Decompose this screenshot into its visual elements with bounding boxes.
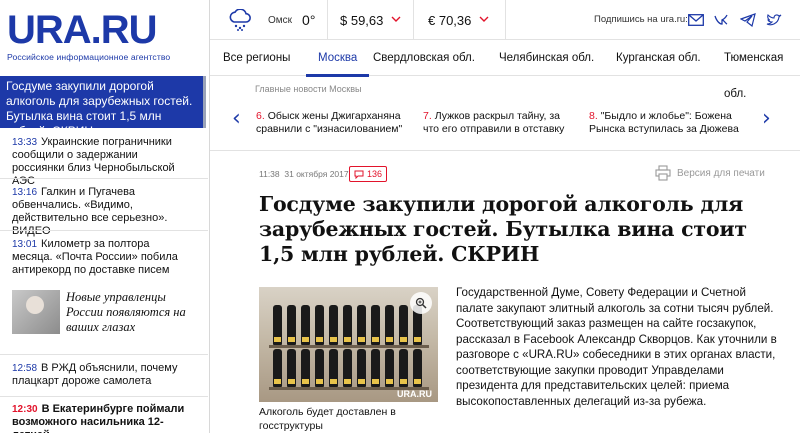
bottle-shape (287, 349, 296, 387)
bottle-shape (371, 305, 380, 345)
top-news-number: 7. (423, 110, 432, 122)
vk-icon[interactable] (714, 12, 730, 28)
article-time: 11:38 (259, 169, 280, 179)
bottle-shape (399, 305, 408, 345)
bottle-shape (357, 305, 366, 345)
sidebar-scrollbar[interactable] (203, 76, 206, 128)
photo-watermark: URA.RU (397, 389, 432, 399)
promo-photo (12, 290, 60, 334)
sidebar-news-item[interactable]: 13:01 Километр за полтора месяца. «Почта … (12, 238, 192, 277)
telegram-icon[interactable] (740, 12, 756, 28)
divider (0, 178, 208, 179)
subscribe-label: Подпишись на ura.ru: (594, 14, 688, 25)
news-time: 13:33 (12, 137, 38, 148)
bottle-shape (343, 349, 352, 387)
region-tabs: Все регионы Москва Свердловская обл. Чел… (210, 40, 800, 100)
twitter-icon[interactable] (766, 12, 782, 28)
photo-shelf (269, 345, 429, 348)
top-news-text: Лужков раскрыл тайну, за что его отправи… (423, 110, 565, 135)
bottle-shape (315, 349, 324, 387)
divider (0, 230, 208, 231)
usd-rate[interactable]: $ 59,63 (328, 0, 414, 40)
divider (0, 354, 208, 355)
weather-city: Омск (268, 14, 293, 26)
top-news-item[interactable]: 6. Обыск жены Джигарханяна сравнили с "и… (256, 110, 406, 136)
bottle-shape (315, 305, 324, 345)
bottle-shape (273, 305, 282, 345)
bottle-shape (329, 349, 338, 387)
chevron-right-icon[interactable]: › (762, 106, 771, 131)
promo-text: Новые управленцы России появляются на ва… (66, 290, 186, 334)
tab-kurgan[interactable]: Курганская обл. (616, 40, 701, 76)
chevron-down-icon (391, 14, 401, 26)
bottle-shape (413, 349, 422, 387)
news-time: 12:30 (12, 404, 38, 415)
sidebar-news-item[interactable]: 13:33 Украинские пограничники сообщили о … (12, 136, 192, 188)
bottle-shape (385, 305, 394, 345)
top-news-text: Обыск жены Джигарханяна сравнили с "изна… (256, 110, 403, 135)
news-time: 13:16 (12, 187, 38, 198)
featured-news-item[interactable]: Госдуме закупили дорогой алкоголь для за… (0, 76, 204, 138)
bottle-shape (371, 349, 380, 387)
top-news-number: 6. (256, 110, 265, 122)
bottle-shape (385, 349, 394, 387)
bottle-shape (357, 349, 366, 387)
top-news-item[interactable]: 7. Лужков раскрыл тайну, за что его отпр… (423, 110, 573, 136)
mail-icon[interactable] (688, 12, 704, 28)
print-version-link[interactable]: Версия для печати (655, 165, 765, 181)
eur-rate[interactable]: € 70,36 (414, 0, 506, 40)
left-sidebar: URA.RU Российское информационное агентст… (0, 0, 210, 433)
sidebar-feature-promo[interactable]: Новые управленцы России появляются на ва… (0, 286, 208, 346)
article-headline: Госдуме закупили дорогой алкоголь для за… (259, 192, 747, 266)
bottle-shape (273, 349, 282, 387)
tab-tyumen[interactable]: Тюменская обл. (724, 40, 800, 100)
print-label: Версия для печати (677, 167, 765, 179)
chevron-down-icon (479, 14, 489, 26)
snow-cloud-icon (228, 9, 252, 31)
article-meta: 11:38 31 октября 2017 (259, 169, 349, 179)
tab-chelyabinsk[interactable]: Челябинская обл. (499, 40, 594, 76)
site-logo[interactable]: URA.RU Российское информационное агентст… (7, 10, 170, 62)
article-date: 31 октября 2017 (284, 169, 349, 179)
chevron-left-icon[interactable]: ‹ (232, 106, 241, 131)
divider (0, 396, 208, 397)
sidebar-news-item[interactable]: 12:58 В РЖД объяснили, почему плацкарт до… (12, 362, 192, 388)
bottle-shape (399, 349, 408, 387)
top-header: Омск 0° $ 59,63 € 70,36 Подпишись на ura… (210, 0, 800, 40)
bottle-shape (301, 349, 310, 387)
photo-caption: Алкоголь будет доставлен в госструктуры (259, 406, 396, 432)
comment-icon (354, 170, 364, 179)
eur-value: € 70,36 (428, 12, 472, 28)
comments-badge[interactable]: 136 (349, 166, 388, 182)
zoom-icon[interactable] (410, 292, 432, 314)
news-time: 12:58 (12, 363, 38, 374)
top-news-number: 8. (589, 110, 598, 122)
bottle-shape (301, 305, 310, 345)
bottle-shape (343, 305, 352, 345)
top-news-title: Главные новости Москвы (255, 84, 362, 94)
tab-sverdlovsk[interactable]: Свердловская обл. (373, 40, 475, 76)
logo-tagline: Российское информационное агентство (7, 52, 171, 62)
top-news-item[interactable]: 8. "Быдло и жлобье": Божена Рынска вступ… (589, 110, 739, 136)
tab-moscow[interactable]: Москва (306, 40, 370, 77)
comments-count: 136 (367, 169, 383, 179)
logo-brand: URA.RU (7, 8, 158, 52)
sidebar-news-item[interactable]: 12:30 В Екатеринбурге поймали возможного … (12, 403, 192, 433)
bottle-shape (287, 305, 296, 345)
weather-widget[interactable]: Омск 0° (210, 0, 328, 40)
divider (210, 150, 800, 151)
top-news-text: "Быдло и жлобье": Божена Рынска вступила… (589, 110, 739, 135)
tab-all-regions[interactable]: Все регионы (223, 40, 290, 76)
bottle-shape (329, 305, 338, 345)
weather-temperature: 0° (302, 12, 316, 28)
usd-value: $ 59,63 (340, 12, 384, 28)
printer-icon (655, 165, 671, 181)
news-time: 13:01 (12, 239, 38, 250)
article-body: Государственной Думе, Совету Федерации и… (456, 286, 777, 408)
